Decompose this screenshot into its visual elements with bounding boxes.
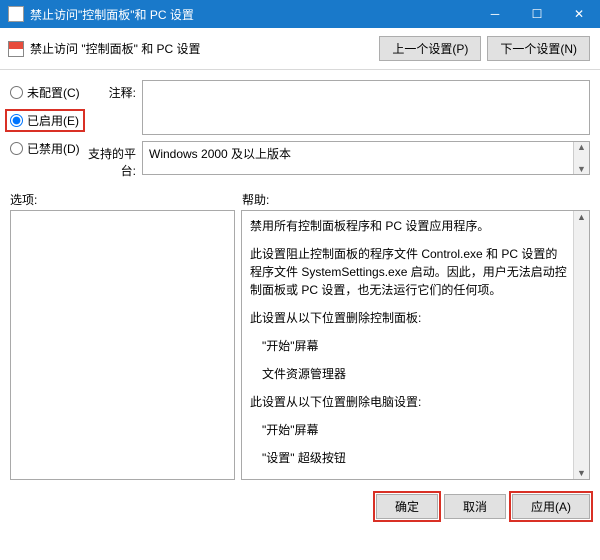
- ok-button[interactable]: 确定: [376, 494, 438, 519]
- titlebar: 禁止访问"控制面板"和 PC 设置 ─ ☐ ✕: [0, 0, 600, 28]
- next-setting-button[interactable]: 下一个设置(N): [487, 36, 590, 61]
- cancel-button[interactable]: 取消: [444, 494, 506, 519]
- options-box: [10, 210, 235, 480]
- radio-group: 未配置(C) 已启用(E) 已禁用(D): [10, 80, 82, 185]
- help-p3b: 文件资源管理器: [250, 365, 567, 383]
- policy-title: 禁止访问 "控制面板" 和 PC 设置: [30, 40, 373, 57]
- options-label: 选项:: [10, 191, 242, 208]
- window-title: 禁止访问"控制面板"和 PC 设置: [30, 6, 474, 23]
- radio-disabled-label: 已禁用(D): [27, 140, 80, 157]
- minimize-button[interactable]: ─: [474, 0, 516, 28]
- radio-not-configured-input[interactable]: [10, 86, 23, 99]
- maximize-button[interactable]: ☐: [516, 0, 558, 28]
- close-button[interactable]: ✕: [558, 0, 600, 28]
- comment-input[interactable]: [142, 80, 590, 135]
- help-scrollbar[interactable]: [573, 211, 589, 479]
- help-box: 禁用所有控制面板程序和 PC 设置应用程序。 此设置阻止控制面板的程序文件 Co…: [241, 210, 590, 480]
- app-icon: [8, 6, 24, 22]
- help-p4c: 用户头像: [250, 477, 567, 480]
- apply-button[interactable]: 应用(A): [512, 494, 590, 519]
- help-p3: 此设置从以下位置删除控制面板:: [250, 309, 567, 327]
- scrollbar[interactable]: ▲▼: [573, 142, 589, 174]
- help-p3a: "开始"屏幕: [250, 337, 567, 355]
- footer: 确定 取消 应用(A): [0, 480, 600, 527]
- prev-setting-button[interactable]: 上一个设置(P): [379, 36, 481, 61]
- help-p4b: "设置" 超级按钮: [250, 449, 567, 467]
- radio-not-configured[interactable]: 未配置(C): [10, 84, 82, 101]
- policy-icon: [8, 41, 24, 57]
- radio-disabled[interactable]: 已禁用(D): [10, 140, 82, 157]
- help-p1: 禁用所有控制面板程序和 PC 设置应用程序。: [250, 217, 567, 235]
- radio-disabled-input[interactable]: [10, 142, 23, 155]
- platform-label: 支持的平台:: [82, 141, 142, 179]
- comment-label: 注释:: [82, 80, 142, 135]
- radio-enabled-input[interactable]: [10, 114, 23, 127]
- radio-enabled-label: 已启用(E): [27, 112, 79, 129]
- platform-value: Windows 2000 及以上版本: [149, 147, 291, 161]
- help-p4: 此设置从以下位置删除电脑设置:: [250, 393, 567, 411]
- help-label: 帮助:: [242, 191, 269, 208]
- radio-not-configured-label: 未配置(C): [27, 84, 80, 101]
- platform-box: Windows 2000 及以上版本 ▲▼: [142, 141, 590, 175]
- help-p2: 此设置阻止控制面板的程序文件 Control.exe 和 PC 设置的程序文件 …: [250, 245, 567, 299]
- radio-enabled[interactable]: 已启用(E): [5, 109, 85, 132]
- header-row: 禁止访问 "控制面板" 和 PC 设置 上一个设置(P) 下一个设置(N): [0, 28, 600, 70]
- help-p4a: "开始"屏幕: [250, 421, 567, 439]
